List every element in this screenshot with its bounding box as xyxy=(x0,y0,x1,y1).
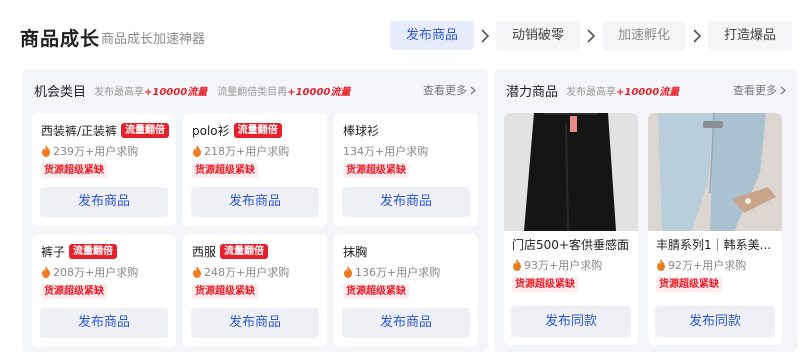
publish-goods-button[interactable]: 发布商品 xyxy=(40,187,168,217)
product-image-black-trousers xyxy=(504,113,638,231)
view-more-link[interactable]: 查看更多 xyxy=(423,82,476,98)
view-more-link[interactable]: 查看更多 xyxy=(733,82,786,98)
product-card[interactable]: 丰腈系列1｜韩系美... 92万+用户求购 货源超级紧缺 发布同款 xyxy=(648,113,782,345)
fire-icon xyxy=(42,145,50,157)
chevron-right-icon xyxy=(780,86,786,94)
category-name: 西装裤/正装裤 xyxy=(41,124,118,138)
opportunity-categories-panel: 机会类目 发布最高享+10000流量 流量翻倍类目再+10000流量 查看更多 … xyxy=(22,69,488,352)
demand-text: 218万+用户求购 xyxy=(192,144,319,158)
product-image-light-jeans xyxy=(648,113,782,231)
demand-text: 93万+用户求购 xyxy=(512,258,630,272)
panel-promo-note: 发布最高享+10000流量 xyxy=(566,86,680,98)
demand-text: 248万+用户求购 xyxy=(192,265,319,279)
fire-icon xyxy=(344,266,352,278)
traffic-double-badge: 流量翻倍 xyxy=(69,244,118,259)
supply-shortage-badge: 货源超级紧缺 xyxy=(41,163,107,178)
publish-goods-button[interactable]: 发布商品 xyxy=(191,187,319,217)
page-header: 商品成长 商品成长加速神器 发布商品 动销破零 加速孵化 打造爆品 xyxy=(0,0,800,70)
product-name: 门店500+客供垂感面... xyxy=(512,238,630,252)
panel-promo-note-double: 流量翻倍类目再+10000流量 xyxy=(217,86,351,98)
traffic-double-badge: 流量翻倍 xyxy=(121,123,170,138)
step-break-zero-sales[interactable]: 动销破零 xyxy=(495,21,580,50)
supply-shortage-badge: 货源超级紧缺 xyxy=(41,284,107,299)
publish-goods-button[interactable]: 发布商品 xyxy=(191,308,319,338)
category-card: polo衫 流量翻倍 218万+用户求购 货源超级紧缺 发布商品 xyxy=(183,113,327,226)
supply-shortage-badge: 货源超级紧缺 xyxy=(343,284,409,299)
publish-same-button[interactable]: 发布同款 xyxy=(511,306,631,337)
traffic-double-badge: 流量翻倍 xyxy=(233,123,282,138)
page-subtitle: 商品成长加速神器 xyxy=(101,32,206,47)
step-accelerate-incubation[interactable]: 加速孵化 xyxy=(601,21,686,50)
product-card-list: 门店500+客供垂感面... 93万+用户求购 货源超级紧缺 发布同款 丰腈系列… xyxy=(504,113,782,345)
category-card: 西服 流量翻倍 248万+用户求购 货源超级紧缺 发布商品 xyxy=(183,234,327,347)
step-build-hit-product[interactable]: 打造爆品 xyxy=(707,21,792,50)
panel-title: 机会类目 xyxy=(34,84,87,100)
category-card-grid: 西装裤/正装裤 流量翻倍 239万+用户求购 货源超级紧缺 发布商品 polo衫流… xyxy=(32,113,484,347)
publish-goods-button[interactable]: 发布商品 xyxy=(342,187,470,217)
category-name: 棒球衫 xyxy=(343,124,380,138)
chevron-right-icon xyxy=(580,21,602,50)
publish-goods-button[interactable]: 发布商品 xyxy=(342,308,470,338)
publish-same-button[interactable]: 发布同款 xyxy=(655,306,775,337)
product-name: 丰腈系列1｜韩系美... xyxy=(656,238,772,252)
traffic-double-badge: 流量翻倍 xyxy=(220,244,269,259)
product-card[interactable]: 门店500+客供垂感面... 93万+用户求购 货源超级紧缺 发布同款 xyxy=(504,113,638,345)
category-name: 西服 xyxy=(192,245,217,259)
chevron-right-icon xyxy=(474,21,496,50)
fire-icon xyxy=(193,145,201,157)
category-card: 抹胸 136万+用户求购 货源超级紧缺 发布商品 xyxy=(334,234,478,347)
category-card: 西装裤/正装裤 流量翻倍 239万+用户求购 货源超级紧缺 发布商品 xyxy=(32,113,176,226)
fire-icon xyxy=(193,266,201,278)
supply-shortage-badge: 货源超级紧缺 xyxy=(192,163,258,178)
step-publish-goods[interactable]: 发布商品 xyxy=(389,21,474,50)
growth-steps: 发布商品 动销破零 加速孵化 打造爆品 xyxy=(389,21,792,50)
panel-title: 潜力商品 xyxy=(506,84,559,100)
supply-shortage-badge: 货源超级紧缺 xyxy=(192,284,258,299)
demand-text: 136万+用户求购 xyxy=(343,265,470,279)
fire-icon xyxy=(513,259,521,271)
fire-icon xyxy=(42,266,50,278)
demand-text: 239万+用户求购 xyxy=(41,144,168,158)
potential-products-panel: 潜力商品 发布最高享+10000流量 查看更多 门店500+客供垂感面... 9… xyxy=(494,69,798,352)
category-card: 棒球衫 134万+用户求购 货源超级紧缺 发布商品 xyxy=(334,113,478,226)
demand-text: 92万+用户求购 xyxy=(656,258,774,272)
fire-icon xyxy=(657,259,665,271)
panel-header: 机会类目 发布最高享+10000流量 流量翻倍类目再+10000流量 查看更多 xyxy=(34,79,476,101)
panel-promo-note: 发布最高享+10000流量 xyxy=(94,86,208,98)
category-name: 抹胸 xyxy=(343,245,368,259)
demand-text: 208万+用户求购 xyxy=(41,265,168,279)
supply-shortage-badge: 货源超级紧缺 xyxy=(512,277,578,292)
supply-shortage-badge: 货源超级紧缺 xyxy=(656,277,722,292)
category-name: 裤子 xyxy=(41,245,66,259)
panel-header: 潜力商品 发布最高享+10000流量 查看更多 xyxy=(506,79,786,101)
demand-text: 134万+用户求购 xyxy=(343,145,429,158)
category-name: polo衫 xyxy=(192,124,230,138)
page-title: 商品成长 xyxy=(20,28,101,50)
chevron-right-icon xyxy=(686,21,708,50)
category-card: 裤子 流量翻倍 208万+用户求购 货源超级紧缺 发布商品 xyxy=(32,234,176,347)
supply-shortage-badge: 货源超级紧缺 xyxy=(343,163,409,178)
publish-goods-button[interactable]: 发布商品 xyxy=(40,308,168,338)
chevron-right-icon xyxy=(470,86,476,94)
